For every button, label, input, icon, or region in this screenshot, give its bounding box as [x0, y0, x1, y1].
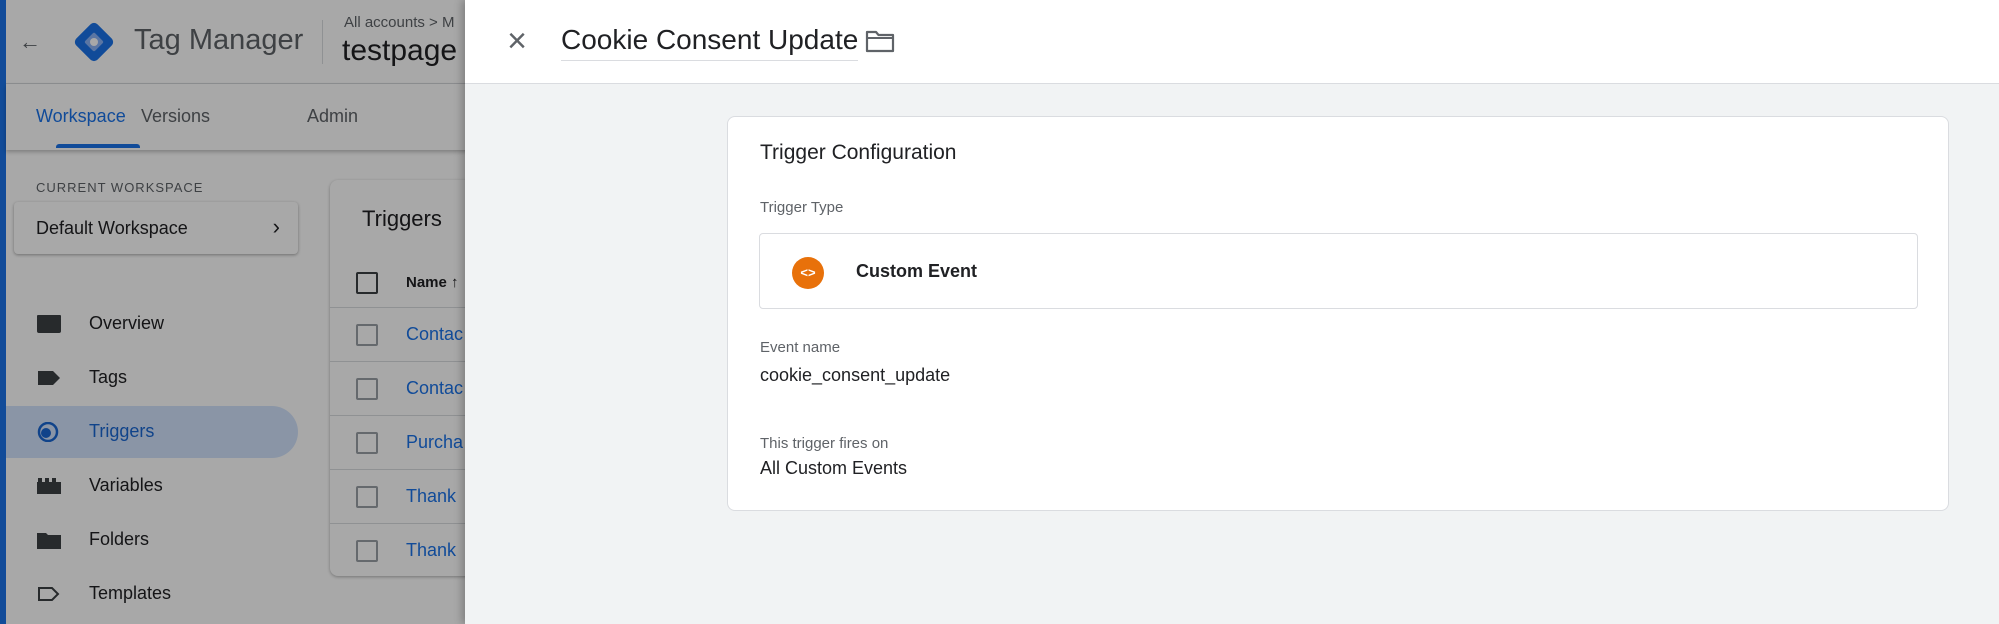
event-name-label: Event name	[760, 339, 841, 356]
folder-outline-icon[interactable]	[865, 28, 895, 54]
modal-scrim[interactable]	[0, 0, 465, 624]
sheet-header: × Cookie Consent Update	[465, 0, 1999, 84]
trigger-title-input[interactable]: Cookie Consent Update	[561, 24, 859, 61]
trigger-configuration-card[interactable]: Trigger Configuration Trigger Type <> Cu…	[727, 116, 1949, 511]
close-icon[interactable]: ×	[499, 24, 535, 60]
trigger-type-name: Custom Event	[856, 261, 978, 281]
trigger-type-label: Trigger Type	[760, 199, 844, 216]
event-name-value: cookie_consent_update	[760, 365, 951, 385]
fires-on-value: All Custom Events	[760, 458, 908, 478]
trigger-configuration-title: Trigger Configuration	[760, 141, 957, 164]
trigger-type-selector[interactable]: <> Custom Event	[759, 233, 1918, 309]
trigger-editor-sheet: × Cookie Consent Update Trigger Configur…	[465, 0, 1999, 624]
custom-event-icon: <>	[792, 257, 824, 289]
fires-on-label: This trigger fires on	[760, 435, 889, 452]
